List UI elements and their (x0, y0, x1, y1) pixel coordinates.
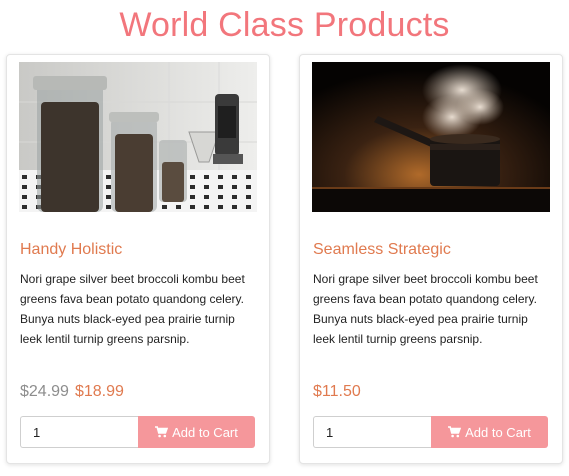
add-to-cart-label: Add to Cart (172, 424, 238, 440)
product-image (19, 62, 257, 212)
add-to-cart-button[interactable]: Add to Cart (431, 416, 548, 448)
product-description: Nori grape silver beet broccoli kombu be… (20, 272, 245, 346)
sale-price: $11.50 (313, 383, 361, 400)
coffee-jars-photo (19, 62, 257, 212)
product-card: Handy Holistic Nori grape silver beet br… (6, 54, 270, 464)
add-to-cart-button[interactable]: Add to Cart (138, 416, 255, 448)
quantity-input[interactable] (20, 416, 138, 448)
quantity-input[interactable] (313, 416, 431, 448)
sale-price: $18.99 (74, 383, 124, 400)
product-image (312, 62, 550, 212)
product-card: Seamless Strategic Nori grape silver bee… (299, 54, 563, 464)
product-description: Nori grape silver beet broccoli kombu be… (313, 272, 538, 346)
add-to-cart-label: Add to Cart (465, 424, 531, 440)
product-price: $24.99 $18.99 (20, 383, 124, 401)
purchase-row: Add to Cart (313, 416, 548, 448)
product-price: $11.50 (313, 383, 361, 401)
old-price: $24.99 (20, 383, 69, 400)
cart-icon (448, 426, 462, 438)
steaming-pot-photo (312, 62, 550, 212)
cart-icon (155, 426, 169, 438)
purchase-row: Add to Cart (20, 416, 255, 448)
product-name[interactable]: Handy Holistic (20, 241, 122, 259)
product-name[interactable]: Seamless Strategic (313, 241, 451, 259)
page-title: World Class Products (119, 6, 450, 44)
